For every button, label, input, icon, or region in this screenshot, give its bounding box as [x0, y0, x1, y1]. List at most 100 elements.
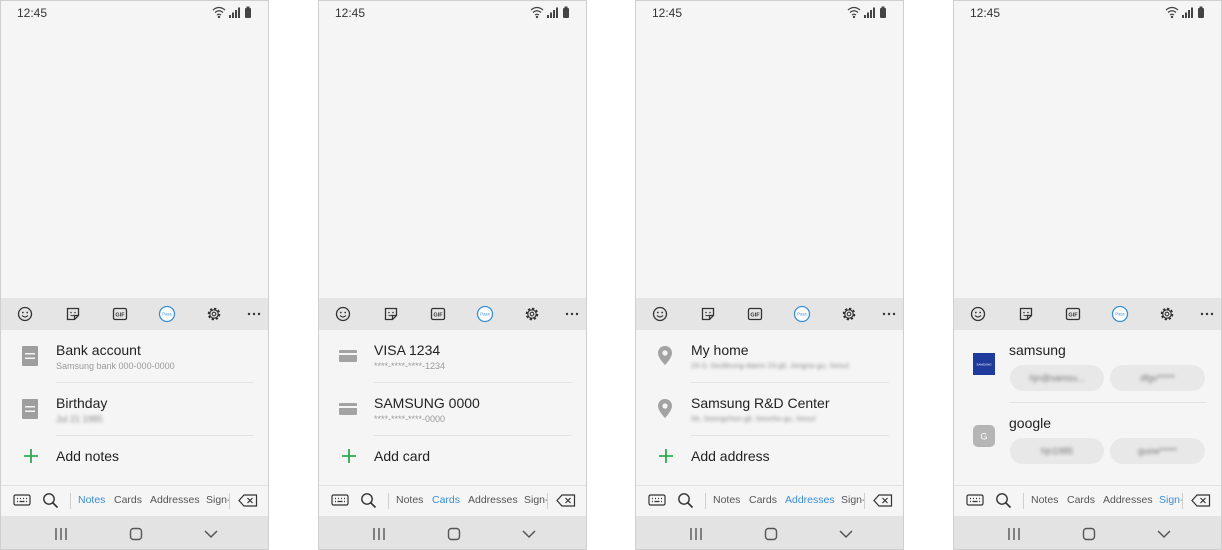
gif-icon[interactable]: GIF [428, 304, 448, 324]
recent-apps-icon[interactable] [1004, 525, 1024, 543]
card-item-visa[interactable]: VISA 1234 ****-****-****-1234 [319, 330, 586, 383]
keyboard-icon[interactable] [648, 493, 666, 507]
tab-cards[interactable]: Cards [114, 494, 142, 506]
emoji-icon[interactable] [15, 304, 35, 324]
system-nav-bar [636, 516, 903, 549]
address-detail: 56, Seongchon-gil, Seocho-gu, Seoul [691, 414, 816, 423]
add-notes-button[interactable]: Add notes [1, 436, 268, 484]
note-icon [22, 399, 38, 419]
tab-notes[interactable]: Notes [78, 494, 105, 506]
settings-gear-icon[interactable] [522, 304, 542, 324]
note-item-birthday[interactable]: Birthday Jul 21 1985 [1, 383, 268, 436]
search-icon[interactable] [995, 492, 1012, 509]
gif-icon[interactable]: GIF [110, 304, 130, 324]
hide-keyboard-chevron-down-icon[interactable] [201, 525, 221, 543]
svg-text:GIF: GIF [433, 312, 443, 318]
status-time: 12:45 [335, 6, 366, 20]
tab-addresses[interactable]: Addresses [150, 494, 200, 506]
emoji-icon[interactable] [333, 304, 353, 324]
keyboard-icon[interactable] [966, 493, 984, 507]
pass-icon[interactable]: Pass [157, 304, 177, 324]
pass-icon[interactable]: Pass [1110, 304, 1130, 324]
recent-apps-icon[interactable] [686, 525, 706, 543]
separator [705, 493, 706, 509]
more-options-icon[interactable] [562, 304, 582, 324]
home-icon[interactable] [444, 525, 464, 543]
add-address-label: Add address [691, 448, 770, 464]
password-chip[interactable]: guow***** [1110, 438, 1205, 464]
more-options-icon[interactable] [244, 304, 264, 324]
pass-tab-bar: Notes Cards Addresses Sign- [1, 485, 268, 516]
tab-sign[interactable]: Sign- [841, 494, 866, 506]
emoji-icon[interactable] [650, 304, 670, 324]
backspace-icon[interactable] [556, 494, 576, 507]
phone-screen-notes: 12:45 GIF Pass Bank account Samsung bank… [0, 0, 269, 550]
address-title: Samsung R&D Center [691, 395, 830, 411]
search-icon[interactable] [677, 492, 694, 509]
card-item-samsung[interactable]: SAMSUNG 0000 ****-****-****-0000 [319, 383, 586, 436]
status-time: 12:45 [17, 6, 48, 20]
tab-addresses[interactable]: Addresses [468, 494, 518, 506]
sticker-icon[interactable] [63, 304, 83, 324]
username-chip[interactable]: hjn@samsu... [1010, 365, 1104, 391]
username-chip[interactable]: hjn1985 [1010, 438, 1104, 464]
svg-text:G: G [980, 432, 987, 442]
tab-notes[interactable]: Notes [396, 494, 423, 506]
settings-gear-icon[interactable] [1157, 304, 1177, 324]
settings-gear-icon[interactable] [839, 304, 859, 324]
gif-icon[interactable]: GIF [745, 304, 765, 324]
address-item-samsung-rnd[interactable]: Samsung R&D Center 56, Seongchon-gil, Se… [636, 383, 903, 436]
tab-notes[interactable]: Notes [713, 494, 740, 506]
status-icons [212, 5, 256, 19]
note-subtitle: Jul 21 1985 [56, 414, 103, 424]
backspace-icon[interactable] [238, 494, 258, 507]
tab-cards[interactable]: Cards [749, 494, 777, 506]
note-item-bank-account[interactable]: Bank account Samsung bank 000-000-0000 [1, 330, 268, 383]
phone-screen-sign-in: 12:45 GIF Pass SAMSUNG samsung hjn@samsu… [953, 0, 1222, 550]
address-detail: 20-3, Seolleung-daero 23-gil, Jongno-gu,… [691, 361, 849, 370]
backspace-icon[interactable] [1191, 494, 1211, 507]
address-item-my-home[interactable]: My home 20-3, Seolleung-daero 23-gil, Jo… [636, 330, 903, 383]
tab-addresses[interactable]: Addresses [785, 494, 835, 506]
keyboard-icon[interactable] [331, 493, 349, 507]
system-nav-bar [954, 516, 1221, 549]
tab-sign[interactable]: Sign- [524, 494, 549, 506]
pass-icon[interactable]: Pass [475, 304, 495, 324]
hide-keyboard-chevron-down-icon[interactable] [1154, 525, 1174, 543]
search-icon[interactable] [360, 492, 377, 509]
home-icon[interactable] [126, 525, 146, 543]
home-icon[interactable] [1079, 525, 1099, 543]
keyboard-icon[interactable] [13, 493, 31, 507]
add-notes-label: Add notes [56, 448, 120, 464]
home-icon[interactable] [761, 525, 781, 543]
sticker-icon[interactable] [698, 304, 718, 324]
tab-cards[interactable]: Cards [1067, 494, 1095, 506]
more-options-icon[interactable] [1197, 304, 1217, 324]
hide-keyboard-chevron-down-icon[interactable] [519, 525, 539, 543]
plus-icon [23, 448, 39, 464]
password-chip[interactable]: dfgv***** [1110, 365, 1205, 391]
tab-notes[interactable]: Notes [1031, 494, 1058, 506]
settings-gear-icon[interactable] [204, 304, 224, 324]
separator [864, 493, 865, 509]
tab-sign[interactable]: Sign- [1159, 494, 1184, 506]
emoji-icon[interactable] [968, 304, 988, 324]
recent-apps-icon[interactable] [51, 525, 71, 543]
search-icon[interactable] [42, 492, 59, 509]
tab-sign[interactable]: Sign- [206, 494, 231, 506]
svg-text:Pass: Pass [162, 312, 172, 317]
more-options-icon[interactable] [879, 304, 899, 324]
sticker-icon[interactable] [1016, 304, 1036, 324]
status-bar: 12:45 [319, 1, 586, 25]
recent-apps-icon[interactable] [369, 525, 389, 543]
tab-addresses[interactable]: Addresses [1103, 494, 1153, 506]
tab-cards[interactable]: Cards [432, 494, 460, 506]
backspace-icon[interactable] [873, 494, 893, 507]
sticker-icon[interactable] [381, 304, 401, 324]
add-address-button[interactable]: Add address [636, 436, 903, 484]
pass-icon[interactable]: Pass [792, 304, 812, 324]
hide-keyboard-chevron-down-icon[interactable] [836, 525, 856, 543]
separator [1023, 493, 1024, 509]
add-card-button[interactable]: Add card [319, 436, 586, 484]
gif-icon[interactable]: GIF [1063, 304, 1083, 324]
